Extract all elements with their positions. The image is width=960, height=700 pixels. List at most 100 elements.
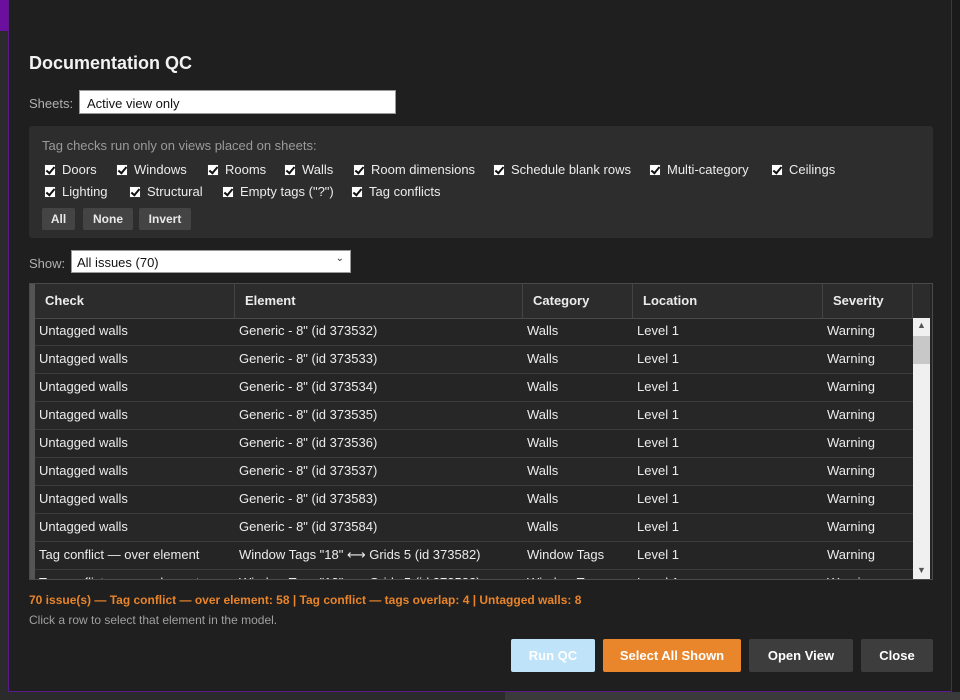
cell-category: Walls xyxy=(527,379,559,394)
table-row[interactable]: Untagged walls Generic - 8" (id 373534) Wa… xyxy=(35,374,913,402)
cell-element: Window Tags "18" ⟷ Grids 5 (id 373582) xyxy=(235,570,519,579)
cell-severity: Warning xyxy=(827,407,875,422)
checkbox-rooms[interactable]: Rooms xyxy=(207,162,266,178)
checkbox-checked-icon xyxy=(222,186,234,198)
cell-element: Window Tags "18" ⟷ Grids 5 (id 373582) xyxy=(239,547,481,562)
cell-check: Untagged walls xyxy=(39,435,128,450)
cell-category: Walls xyxy=(527,491,559,506)
header-corner xyxy=(913,284,930,319)
cell-location: Level 1 xyxy=(633,570,819,579)
background-app-edge xyxy=(0,0,8,700)
cell-check: Untagged walls xyxy=(39,519,128,534)
cell-location: Level 1 xyxy=(637,491,679,506)
scroll-down-icon[interactable]: ▼ xyxy=(917,565,926,575)
select-none-checks-button[interactable]: None xyxy=(83,208,133,230)
open-view-button[interactable]: Open View xyxy=(749,639,853,672)
cell-location: Level 1 xyxy=(637,323,679,338)
tag-checks-panel: Tag checks run only on views placed on s… xyxy=(29,126,933,238)
table-row[interactable]: Tag conflict — over element Window Tags "… xyxy=(35,542,913,570)
checkbox-ceilings[interactable]: Ceilings xyxy=(771,162,835,178)
table-row[interactable]: Untagged walls Generic - 8" (id 373535) Wa… xyxy=(35,402,913,430)
table-row[interactable]: Untagged walls Generic - 8" (id 373536) Wa… xyxy=(35,430,913,458)
checkbox-checked-icon xyxy=(116,164,128,176)
cell-check: Tag conflict — over element xyxy=(39,547,200,562)
cell-location: Level 1 xyxy=(637,379,679,394)
column-header-element[interactable]: Element xyxy=(235,284,523,318)
checkbox-checked-icon xyxy=(493,164,505,176)
cell-severity: Warning xyxy=(827,519,875,534)
cell-element: Generic - 8" (id 373583) xyxy=(239,491,378,506)
cell-category: Walls xyxy=(527,323,559,338)
checkbox-structural[interactable]: Structural xyxy=(129,184,203,200)
checkbox-checked-icon xyxy=(207,164,219,176)
table-row[interactable]: Untagged walls Generic - 8" (id 373532) Wa… xyxy=(35,318,913,346)
column-header-location[interactable]: Location xyxy=(633,284,823,318)
page-title: Documentation QC xyxy=(29,53,193,73)
cell-category: Walls xyxy=(527,351,559,366)
cell-severity: Warning xyxy=(827,379,875,394)
checkbox-lighting[interactable]: Lighting xyxy=(44,184,108,200)
checkbox-tag-conflicts[interactable]: Tag conflicts xyxy=(351,184,441,200)
checkbox-multi-category[interactable]: Multi-category xyxy=(649,162,749,178)
cell-check: Tag conflict — over element xyxy=(35,570,231,579)
checkbox-checked-icon xyxy=(44,164,56,176)
vertical-scrollbar[interactable]: ▲ ▼ xyxy=(913,318,930,579)
chevron-down-icon: ⌄ xyxy=(335,253,344,264)
cell-check: Untagged walls xyxy=(39,351,128,366)
issue-summary: 70 issue(s) — Tag conflict — over elemen… xyxy=(29,593,582,607)
cell-category: Walls xyxy=(527,435,559,450)
cell-severity: Warning xyxy=(827,463,875,478)
checkbox-doors[interactable]: Doors xyxy=(44,162,97,178)
table-row[interactable]: Untagged walls Generic - 8" (id 373533) Wa… xyxy=(35,346,913,374)
dialog-content: Documentation QC Sheets: Active view onl… xyxy=(9,31,951,691)
tag-checks-label: Tag checks run only on views placed on s… xyxy=(42,138,317,153)
checkbox-checked-icon xyxy=(351,186,363,198)
show-filter-select[interactable]: All issues (70) ⌄ xyxy=(71,250,351,273)
issues-grid[interactable]: Check Element Category Location Severity… xyxy=(29,283,933,580)
cell-check: Untagged walls xyxy=(39,491,128,506)
column-header-check[interactable]: Check xyxy=(35,284,235,318)
checkbox-checked-icon xyxy=(284,164,296,176)
hint-text: Click a row to select that element in th… xyxy=(29,613,278,627)
cell-location: Level 1 xyxy=(637,547,679,562)
column-header-severity[interactable]: Severity xyxy=(823,284,913,318)
table-row[interactable]: Untagged walls Generic - 8" (id 373537) Wa… xyxy=(35,458,913,486)
select-all-shown-button[interactable]: Select All Shown xyxy=(603,639,741,672)
cell-element: Generic - 8" (id 373536) xyxy=(239,435,378,450)
checkbox-schedule-blank-rows[interactable]: Schedule blank rows xyxy=(493,162,631,178)
sheets-label: Sheets: xyxy=(29,96,74,111)
cell-severity: Warning xyxy=(827,323,875,338)
qc-dialog: Documentation QC Sheets: Active view onl… xyxy=(8,0,952,692)
sheets-field[interactable]: Active view only xyxy=(79,90,396,114)
cell-category: Window Tags xyxy=(523,570,629,579)
cell-element: Generic - 8" (id 373584) xyxy=(239,519,378,534)
cell-check: Untagged walls xyxy=(39,407,128,422)
grid-header: Check Element Category Location Severity xyxy=(35,284,913,319)
scrollbar-thumb[interactable] xyxy=(913,336,930,364)
cell-category: Walls xyxy=(527,463,559,478)
checkbox-room-dimensions[interactable]: Room dimensions xyxy=(353,162,475,178)
cell-category: Walls xyxy=(527,407,559,422)
cell-location: Level 1 xyxy=(637,463,679,478)
table-row[interactable]: Untagged walls Generic - 8" (id 373583) Wa… xyxy=(35,486,913,514)
cell-check: Untagged walls xyxy=(39,323,128,338)
cell-severity: Warning xyxy=(827,435,875,450)
invert-checks-button[interactable]: Invert xyxy=(139,208,191,230)
cell-element: Generic - 8" (id 373532) xyxy=(239,323,378,338)
column-header-category[interactable]: Category xyxy=(523,284,633,318)
run-qc-button[interactable]: Run QC xyxy=(511,639,595,672)
show-label: Show: xyxy=(29,256,66,271)
background-app-bottom xyxy=(0,692,960,700)
scroll-up-icon[interactable]: ▲ xyxy=(917,320,926,330)
select-all-checks-button[interactable]: All xyxy=(42,208,75,230)
cell-element: Generic - 8" (id 373534) xyxy=(239,379,378,394)
cell-check: Untagged walls xyxy=(39,379,128,394)
checkbox-windows[interactable]: Windows xyxy=(116,162,187,178)
checkbox-checked-icon xyxy=(771,164,783,176)
table-row[interactable]: Tag conflict — over element Window Tags "… xyxy=(35,570,913,579)
table-row[interactable]: Untagged walls Generic - 8" (id 373584) Wa… xyxy=(35,514,913,542)
checkbox-walls[interactable]: Walls xyxy=(284,162,333,178)
checkbox-empty-tags[interactable]: Empty tags ("?") xyxy=(222,184,334,200)
checkbox-checked-icon xyxy=(353,164,365,176)
close-button[interactable]: Close xyxy=(861,639,933,672)
